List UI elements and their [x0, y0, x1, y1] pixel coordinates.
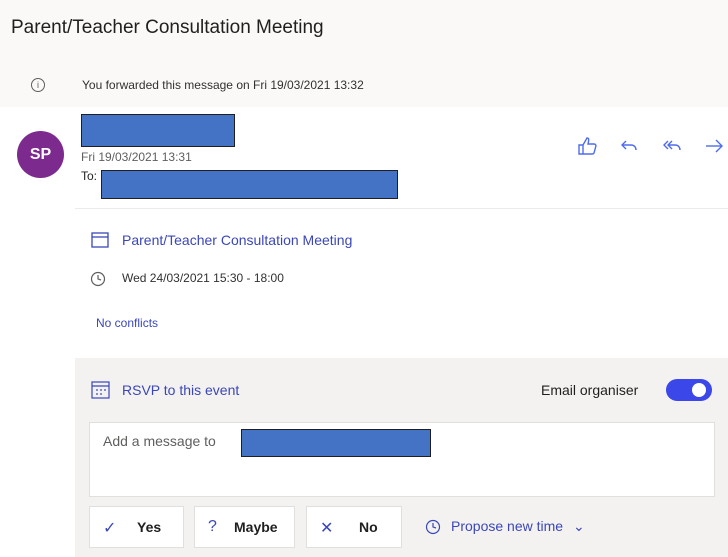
- info-icon: i: [31, 78, 45, 92]
- reply-all-icon[interactable]: [660, 134, 684, 158]
- forward-icon[interactable]: [702, 134, 726, 158]
- message-placeholder: Add a message to: [103, 433, 216, 449]
- event-time: Wed 24/03/2021 15:30 - 18:00: [122, 271, 284, 285]
- maybe-label: Maybe: [234, 519, 278, 535]
- email-organiser-label: Email organiser: [541, 382, 639, 398]
- like-icon[interactable]: [576, 134, 600, 158]
- avatar: SP: [17, 131, 64, 178]
- maybe-button[interactable]: ? Maybe: [194, 506, 295, 548]
- clock-icon: [90, 271, 106, 292]
- subject-bar: Parent/Teacher Consultation Meeting: [0, 0, 728, 58]
- rsvp-calendar-icon: [90, 379, 112, 406]
- toggle-knob: [692, 383, 706, 397]
- reply-icon[interactable]: [617, 134, 641, 158]
- redacted-recipient: [101, 170, 398, 199]
- propose-clock-icon: [425, 519, 441, 540]
- chevron-down-icon: ⌄: [572, 518, 585, 534]
- forward-info-text: You forwarded this message on Fri 19/03/…: [82, 78, 364, 92]
- to-label: To:: [81, 169, 98, 183]
- sent-date: Fri 19/03/2021 13:31: [81, 150, 192, 164]
- redacted-sender-name: [81, 114, 235, 147]
- check-icon: ✓: [103, 520, 117, 537]
- calendar-icon: [90, 230, 110, 255]
- redacted-organiser: [241, 429, 431, 457]
- no-conflicts-link[interactable]: No conflicts: [96, 316, 158, 330]
- yes-label: Yes: [137, 519, 162, 535]
- close-icon: ✕: [320, 520, 334, 537]
- event-title[interactable]: Parent/Teacher Consultation Meeting: [122, 232, 352, 248]
- question-icon: ?: [208, 518, 217, 535]
- yes-button[interactable]: ✓ Yes: [89, 506, 184, 548]
- propose-new-time-button[interactable]: Propose new time ⌄: [451, 518, 585, 535]
- rsvp-label[interactable]: RSVP to this event: [122, 382, 239, 398]
- message-subject: Parent/Teacher Consultation Meeting: [11, 17, 324, 38]
- propose-label: Propose new time: [451, 518, 564, 534]
- no-label: No: [359, 519, 378, 535]
- no-button[interactable]: ✕ No: [306, 506, 402, 548]
